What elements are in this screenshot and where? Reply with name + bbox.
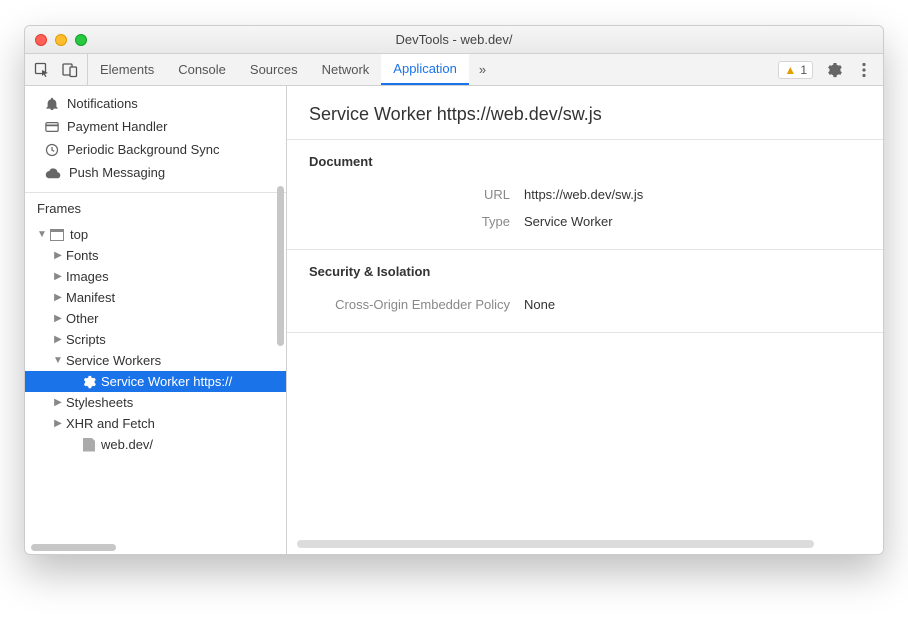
device-toolbar-icon[interactable] <box>61 61 79 79</box>
kv-value: Service Worker <box>524 214 613 229</box>
tree-label: Scripts <box>66 332 106 347</box>
tree-xhr-fetch-item[interactable]: web.dev/ <box>25 434 286 455</box>
chevron-right-icon: ▶ <box>53 418 63 429</box>
section-document: Document URL https://web.dev/sw.js Type … <box>287 140 883 250</box>
kv-row-type: Type Service Worker <box>309 208 861 235</box>
warning-icon: ▲ <box>784 63 796 77</box>
chevron-right-icon: ▶ <box>53 250 63 261</box>
section-title: Security & Isolation <box>309 264 861 279</box>
clock-icon <box>45 143 59 157</box>
devtools-window: DevTools - web.dev/ Elements Console Sou… <box>24 25 884 555</box>
kv-key: Cross-Origin Embedder Policy <box>309 297 524 312</box>
kv-row-url: URL https://web.dev/sw.js <box>309 181 861 208</box>
bell-icon <box>45 97 59 111</box>
chevron-right-icon: ▶ <box>53 292 63 303</box>
settings-icon[interactable] <box>825 61 843 79</box>
sidebar-item-periodic-bg-sync[interactable]: Periodic Background Sync <box>25 138 286 161</box>
zoom-window-button[interactable] <box>75 34 87 46</box>
gear-icon <box>81 374 96 389</box>
chevron-down-icon: ▼ <box>53 355 63 366</box>
chevron-right-icon: ▶ <box>53 271 63 282</box>
tree-service-worker-item[interactable]: Service Worker https:// <box>25 371 286 392</box>
tree-scripts[interactable]: ▶ Scripts <box>25 329 286 350</box>
main-split: Notifications Payment Handler Periodic B… <box>25 86 883 554</box>
kv-value: None <box>524 297 555 312</box>
sidebar-item-label: Notifications <box>67 96 138 111</box>
tree-manifest[interactable]: ▶ Manifest <box>25 287 286 308</box>
details-heading: Service Worker https://web.dev/sw.js <box>287 86 883 140</box>
tabs-overflow-button[interactable]: » <box>469 54 496 85</box>
tree-label: Stylesheets <box>66 395 133 410</box>
tree-images[interactable]: ▶ Images <box>25 266 286 287</box>
inspect-element-icon[interactable] <box>33 61 51 79</box>
sidebar-item-label: Periodic Background Sync <box>67 142 219 157</box>
more-menu-icon[interactable] <box>855 61 873 79</box>
tree-label: Images <box>66 269 109 284</box>
close-window-button[interactable] <box>35 34 47 46</box>
kv-row-coep: Cross-Origin Embedder Policy None <box>309 291 861 318</box>
card-icon <box>45 121 59 133</box>
chevron-right-icon: ▶ <box>53 313 63 324</box>
window-title: DevTools - web.dev/ <box>25 32 883 47</box>
tab-elements[interactable]: Elements <box>88 54 166 85</box>
tree-label: XHR and Fetch <box>66 416 155 431</box>
warning-count: 1 <box>800 63 807 77</box>
sidebar-horizontal-scrollbar[interactable] <box>31 544 276 551</box>
frames-tree: ▼ top ▶ Fonts ▶ Images ▶ Manifest ▶ <box>25 222 286 459</box>
chevron-down-icon: ▼ <box>37 229 47 240</box>
tree-label: Service Worker https:// <box>101 374 232 389</box>
tree-label: web.dev/ <box>101 437 153 452</box>
panel-tabs: Elements Console Sources Network Applica… <box>88 54 469 85</box>
section-security: Security & Isolation Cross-Origin Embedd… <box>287 250 883 333</box>
file-icon <box>83 438 95 452</box>
chevron-right-icon: ▶ <box>53 397 63 408</box>
kv-key: URL <box>309 187 524 202</box>
cloud-icon <box>45 167 61 179</box>
tab-application[interactable]: Application <box>381 54 469 85</box>
tree-label: Service Workers <box>66 353 161 368</box>
tree-service-workers[interactable]: ▼ Service Workers <box>25 350 286 371</box>
sidebar-item-notifications[interactable]: Notifications <box>25 92 286 115</box>
sidebar-item-label: Push Messaging <box>69 165 165 180</box>
tree-stylesheets[interactable]: ▶ Stylesheets <box>25 392 286 413</box>
sidebar-item-payment-handler[interactable]: Payment Handler <box>25 115 286 138</box>
chevron-right-icon: ▶ <box>53 334 63 345</box>
tab-network[interactable]: Network <box>310 54 382 85</box>
tree-top[interactable]: ▼ top <box>25 224 286 245</box>
tree-label: top <box>70 227 88 242</box>
tree-label: Other <box>66 311 99 326</box>
tab-console[interactable]: Console <box>166 54 238 85</box>
tree-xhr-fetch[interactable]: ▶ XHR and Fetch <box>25 413 286 434</box>
background-services-group: Notifications Payment Handler Periodic B… <box>25 86 286 193</box>
sidebar-vertical-scrollbar[interactable] <box>277 186 284 346</box>
tree-label: Fonts <box>66 248 99 263</box>
titlebar: DevTools - web.dev/ <box>25 26 883 54</box>
details-pane: Service Worker https://web.dev/sw.js Doc… <box>287 86 883 554</box>
minimize-window-button[interactable] <box>55 34 67 46</box>
frame-icon <box>50 229 64 241</box>
frames-section-title: Frames <box>25 193 286 222</box>
section-title: Document <box>309 154 861 169</box>
sidebar-item-label: Payment Handler <box>67 119 167 134</box>
traffic-lights <box>25 34 87 46</box>
devtools-tabbar: Elements Console Sources Network Applica… <box>25 54 883 86</box>
details-horizontal-scrollbar[interactable] <box>297 540 859 548</box>
sidebar-item-push-messaging[interactable]: Push Messaging <box>25 161 286 184</box>
tree-other[interactable]: ▶ Other <box>25 308 286 329</box>
kv-value: https://web.dev/sw.js <box>524 187 643 202</box>
warnings-badge[interactable]: ▲ 1 <box>778 61 813 79</box>
application-sidebar: Notifications Payment Handler Periodic B… <box>25 86 287 554</box>
kv-key: Type <box>309 214 524 229</box>
tree-fonts[interactable]: ▶ Fonts <box>25 245 286 266</box>
tree-label: Manifest <box>66 290 115 305</box>
tab-sources[interactable]: Sources <box>238 54 310 85</box>
